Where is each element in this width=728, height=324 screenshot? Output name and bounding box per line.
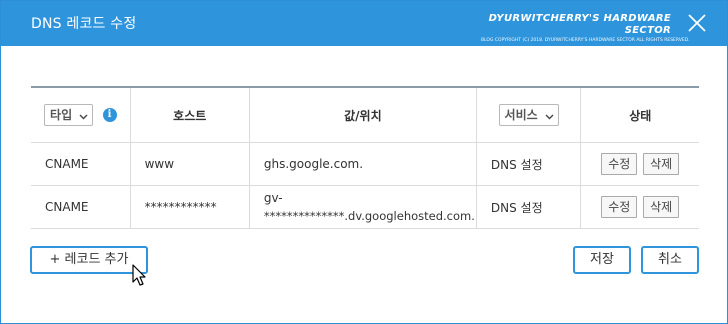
table-header-row: 타입 i 호스트 값/위치 서비스 상태 — [31, 87, 699, 143]
dns-record-edit-dialog: DNS 레코드 수정 DYURWITCHERRY'S HARDWARE SECT… — [0, 0, 728, 324]
record-actions: 수정 삭제 — [580, 142, 699, 186]
type-select-label: 타입 — [50, 108, 73, 122]
brand-name: DYURWITCHERRY'S HARDWARE SECTOR — [488, 13, 671, 36]
dialog-title: DNS 레코드 수정 — [31, 16, 137, 32]
brand-copyright: BLOG COPYRIGHT (C) 2018. DYURWITCHERRY'S… — [481, 38, 690, 43]
dialog-titlebar: DNS 레코드 수정 DYURWITCHERRY'S HARDWARE SECT… — [1, 1, 727, 46]
record-type: CNAME — [31, 142, 131, 186]
delete-button[interactable]: 삭제 — [643, 196, 680, 218]
dns-records-table: 타입 i 호스트 값/위치 서비스 상태 CNAME www ghs.googl… — [31, 86, 699, 229]
table-row: CNAME www ghs.google.com. DNS 설정 수정 삭제 — [31, 142, 699, 186]
edit-button[interactable]: 수정 — [601, 196, 638, 218]
delete-button[interactable]: 삭제 — [643, 153, 680, 175]
chevron-down-icon — [79, 108, 88, 124]
host-header: 호스트 — [129, 87, 250, 143]
close-icon[interactable] — [687, 13, 707, 33]
record-actions: 수정 삭제 — [580, 185, 699, 229]
table-row: CNAME ************ gv- **************.dv… — [31, 185, 699, 229]
type-select[interactable]: 타입 — [44, 104, 94, 126]
record-host: www — [129, 142, 250, 186]
record-service: DNS 설정 — [475, 142, 582, 186]
cancel-button[interactable]: 취소 — [641, 246, 699, 274]
type-header: 타입 i — [31, 87, 131, 143]
save-button[interactable]: 저장 — [573, 246, 631, 274]
service-select[interactable]: 서비스 — [498, 104, 559, 126]
record-type: CNAME — [31, 185, 131, 229]
status-header: 상태 — [580, 87, 699, 143]
add-record-button[interactable]: + 레코드 추가 — [30, 246, 148, 274]
record-value: ghs.google.com. — [248, 142, 477, 186]
value-header: 값/위치 — [248, 87, 477, 143]
service-header: 서비스 — [475, 87, 582, 143]
mouse-cursor-icon — [132, 264, 148, 292]
service-select-label: 서비스 — [504, 108, 538, 122]
record-value-line2: **************.dv.googlehosted.com. — [263, 209, 475, 223]
edit-button[interactable]: 수정 — [601, 153, 638, 175]
brand-watermark: DYURWITCHERRY'S HARDWARE SECTOR BLOG COP… — [481, 13, 690, 44]
chevron-down-icon — [545, 108, 554, 124]
record-value-line1: ghs.google.com. — [263, 157, 364, 171]
record-value: gv- **************.dv.googlehosted.com. — [248, 185, 477, 229]
record-service: DNS 설정 — [475, 185, 582, 229]
record-value-line1: gv- — [263, 191, 283, 205]
record-host: ************ — [129, 185, 250, 229]
info-icon[interactable]: i — [102, 108, 117, 122]
